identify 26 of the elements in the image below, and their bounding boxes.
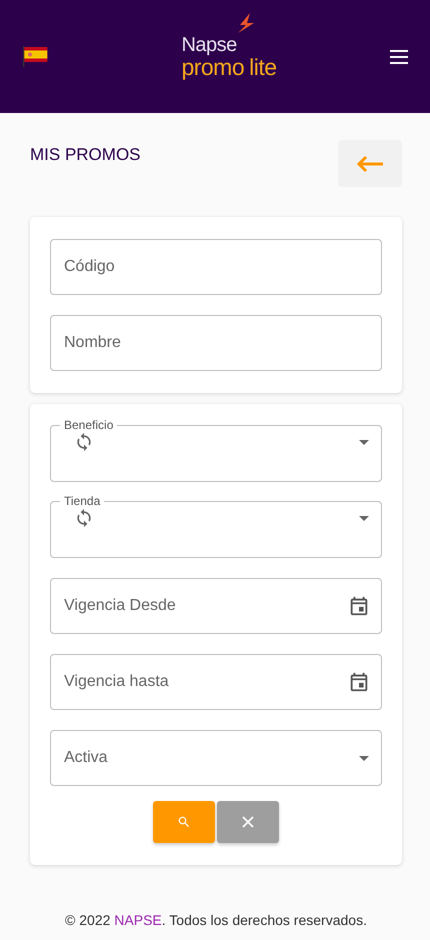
calendar-icon[interactable] [348, 595, 370, 617]
menu-icon[interactable] [390, 50, 408, 64]
arrow-left-icon [356, 154, 384, 172]
select-field[interactable]: Beneficio [50, 418, 382, 482]
calendar-icon[interactable] [348, 671, 370, 693]
select-field[interactable]: Tienda [50, 494, 382, 558]
field-label: Beneficio [63, 418, 114, 432]
caret-icon [359, 756, 369, 760]
date-field[interactable]: Vigencia Desde [50, 578, 382, 634]
select-field[interactable]: Activa [50, 730, 382, 786]
select-placeholder: Activa [64, 749, 108, 767]
napse-link[interactable]: NAPSE [114, 912, 162, 928]
close-icon [242, 816, 254, 828]
spain-flag-icon[interactable] [23, 46, 48, 67]
input-field[interactable]: Nombre [50, 315, 382, 371]
date-field[interactable]: Vigencia hasta [50, 654, 382, 710]
caret-icon [359, 440, 369, 444]
field-label: Tienda [63, 494, 102, 508]
caret-icon [359, 516, 369, 520]
search-icon [177, 815, 191, 829]
logo-text: promo [181, 54, 244, 78]
logo-text: lite [249, 54, 277, 78]
logo-text: Napse [181, 34, 237, 54]
copyright-text: © 2022 NAPSE. Todos los derechos reservados. [64, 912, 368, 928]
page-title: MIS PROMOS [30, 145, 141, 165]
input-field[interactable]: Código [50, 239, 382, 295]
